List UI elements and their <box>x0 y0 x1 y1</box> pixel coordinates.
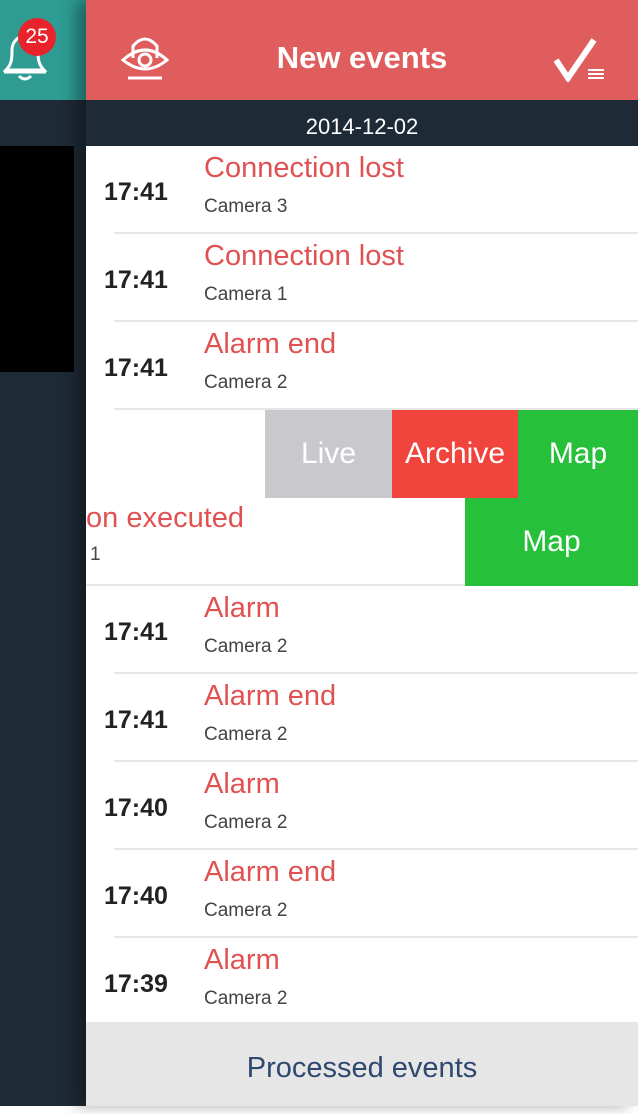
event-time: 17:41 <box>104 354 168 382</box>
event-title: Connection lost <box>204 152 404 184</box>
event-title: Alarm end <box>204 328 337 360</box>
side-drawer: 25 <box>0 0 86 1106</box>
event-row[interactable]: 17:39 Alarm Camera 2 <box>86 938 638 1022</box>
live-button[interactable]: Live <box>265 410 392 498</box>
event-camera: Camera 2 <box>204 900 288 921</box>
event-camera: 1 <box>90 544 101 565</box>
event-time: 17:40 <box>104 794 168 822</box>
mark-all-processed-icon[interactable] <box>554 38 608 82</box>
event-row[interactable]: 17:40 Alarm Camera 2 <box>86 762 638 850</box>
event-time: 17:41 <box>104 266 168 294</box>
map-button[interactable]: Map <box>465 498 638 586</box>
event-camera: Camera 2 <box>204 988 288 1009</box>
event-row[interactable]: 17:41 Connection lost Camera 3 <box>86 146 638 234</box>
event-camera: Camera 2 <box>204 636 288 657</box>
partially-swiped-event-row[interactable]: on executed 1 Map <box>86 498 638 586</box>
event-time: 17:41 <box>104 706 168 734</box>
map-button[interactable]: Map <box>518 410 638 498</box>
event-title: Connection lost <box>204 240 404 272</box>
event-time: 17:39 <box>104 970 168 998</box>
event-camera: Camera 2 <box>204 724 288 745</box>
processed-events-button[interactable]: Processed events <box>86 1022 638 1106</box>
event-row[interactable]: 17:41 Alarm Camera 2 <box>86 586 638 674</box>
event-row[interactable]: 17:40 Alarm end Camera 2 <box>86 850 638 938</box>
event-time: 17:41 <box>104 618 168 646</box>
event-camera: Camera 2 <box>204 372 288 393</box>
event-camera: Camera 2 <box>204 812 288 833</box>
event-row[interactable]: 17:41 Alarm end Camera 2 <box>86 674 638 762</box>
event-title: on executed <box>86 502 245 534</box>
event-time: 17:40 <box>104 882 168 910</box>
notification-badge: 25 <box>18 18 56 56</box>
event-camera: Camera 3 <box>204 196 288 217</box>
header-bar: New events <box>86 0 638 100</box>
event-row[interactable]: 17:41 Alarm end Camera 2 <box>86 322 638 410</box>
camera-preview-thumbnail[interactable] <box>0 146 74 372</box>
archive-button[interactable]: Archive <box>392 410 518 498</box>
events-panel: New events 2014-12-02 17:41 Connection l… <box>86 0 638 1106</box>
event-row[interactable]: 17:41 Connection lost Camera 1 <box>86 234 638 322</box>
event-title: Alarm <box>204 768 280 800</box>
notifications-tile[interactable]: 25 <box>0 0 86 100</box>
event-title: Alarm <box>204 592 280 624</box>
event-time: 17:41 <box>104 178 168 206</box>
swiped-event-row[interactable]: Live Archive Map <box>86 410 638 498</box>
date-section-header: 2014-12-02 <box>86 100 638 146</box>
event-title: Alarm end <box>204 856 337 888</box>
event-camera: Camera 1 <box>204 284 288 305</box>
event-title: Alarm end <box>204 680 337 712</box>
event-title: Alarm <box>204 944 280 976</box>
